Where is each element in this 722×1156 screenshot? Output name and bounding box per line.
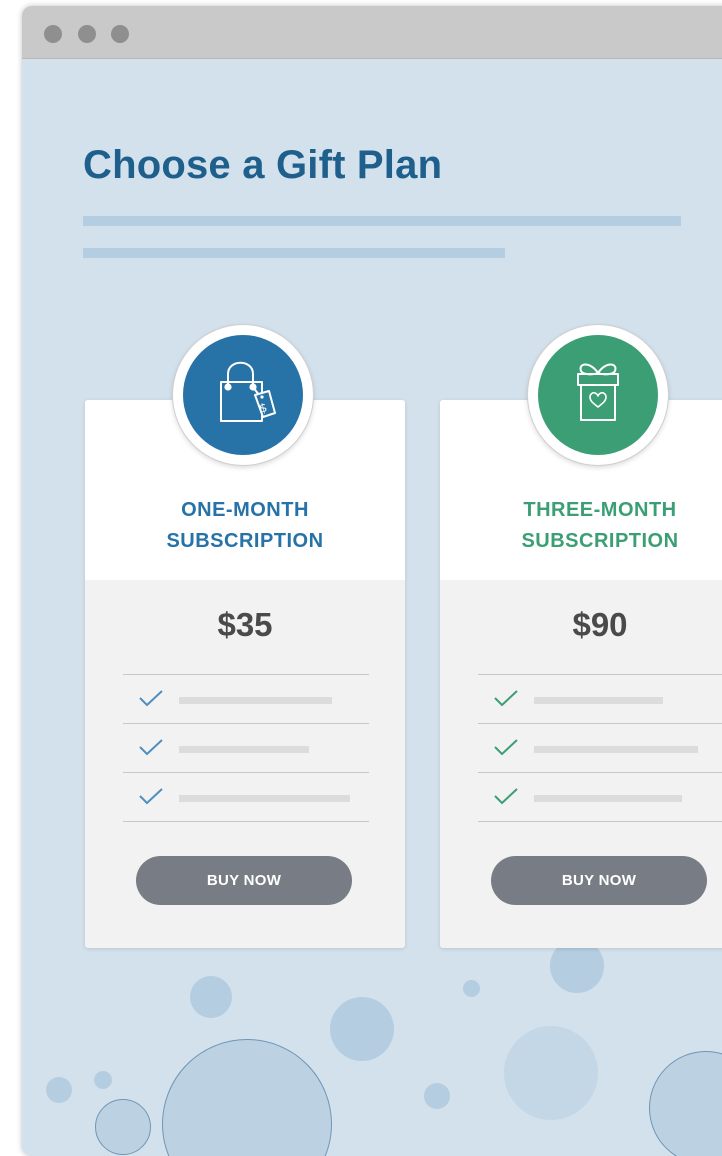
plan-price: $35 [217, 606, 273, 643]
placeholder-text-line [83, 248, 505, 258]
gift-box-icon [577, 363, 619, 421]
checkmark-icon [139, 690, 163, 707]
feature-item [123, 773, 369, 822]
checkmark-icon [494, 690, 518, 707]
buy-now-button[interactable]: BUY NOW [136, 856, 352, 905]
decorative-bubble [649, 1051, 722, 1156]
placeholder-text-line [83, 216, 681, 226]
plan-price: $90 [572, 606, 628, 643]
decorative-bubble [46, 1077, 72, 1103]
feature-placeholder-line [534, 697, 663, 704]
window-close-dot[interactable] [44, 25, 62, 43]
feature-item [123, 724, 369, 773]
feature-placeholder-line [534, 746, 698, 753]
browser-window: Choose a Gift Plan ONE-MONTH SUBSCRIPTIO… [22, 6, 722, 1156]
decorative-bubble [504, 1026, 598, 1120]
page-content: Choose a Gift Plan ONE-MONTH SUBSCRIPTIO… [22, 59, 722, 1156]
feature-placeholder-line [179, 697, 332, 704]
feature-item [478, 724, 722, 773]
decorative-bubble [330, 997, 394, 1061]
window-titlebar [22, 6, 722, 59]
plan-name-line: ONE-MONTH [181, 499, 309, 521]
feature-item [478, 675, 722, 724]
feature-item [123, 675, 369, 724]
feature-item [478, 773, 722, 822]
window-maximize-dot[interactable] [111, 25, 129, 43]
plan-name-line: SUBSCRIPTION [521, 530, 679, 552]
plan-card-three-month: THREE-MONTH SUBSCRIPTION $90 BUY NOW [440, 400, 722, 948]
decorative-bubble [190, 976, 232, 1018]
checkmark-icon [139, 739, 163, 756]
plan-badge [528, 325, 668, 465]
decorative-bubble [463, 980, 480, 997]
feature-placeholder-line [179, 795, 350, 802]
decorative-bubble [162, 1039, 332, 1156]
decorative-bubble [424, 1083, 450, 1109]
window-minimize-dot[interactable] [78, 25, 96, 43]
feature-placeholder-line [179, 746, 309, 753]
checkmark-icon [494, 739, 518, 756]
plan-name-line: THREE-MONTH [523, 499, 677, 521]
shopping-bag-icon: $ [220, 361, 276, 422]
feature-list [123, 674, 369, 822]
decorative-bubble [95, 1099, 151, 1155]
decorative-bubble [94, 1071, 112, 1089]
checkmark-icon [139, 788, 163, 805]
plan-name: THREE-MONTH SUBSCRIPTION [440, 495, 722, 557]
feature-list [478, 674, 722, 822]
plan-name: ONE-MONTH SUBSCRIPTION [85, 495, 405, 557]
plan-name-line: SUBSCRIPTION [166, 530, 324, 552]
plan-card-one-month: ONE-MONTH SUBSCRIPTION $35 BUY NOW [85, 400, 405, 948]
checkmark-icon [494, 788, 518, 805]
page-title: Choose a Gift Plan [83, 143, 443, 187]
plan-badge: $ [173, 325, 313, 465]
buy-now-button[interactable]: BUY NOW [491, 856, 707, 905]
feature-placeholder-line [534, 795, 682, 802]
